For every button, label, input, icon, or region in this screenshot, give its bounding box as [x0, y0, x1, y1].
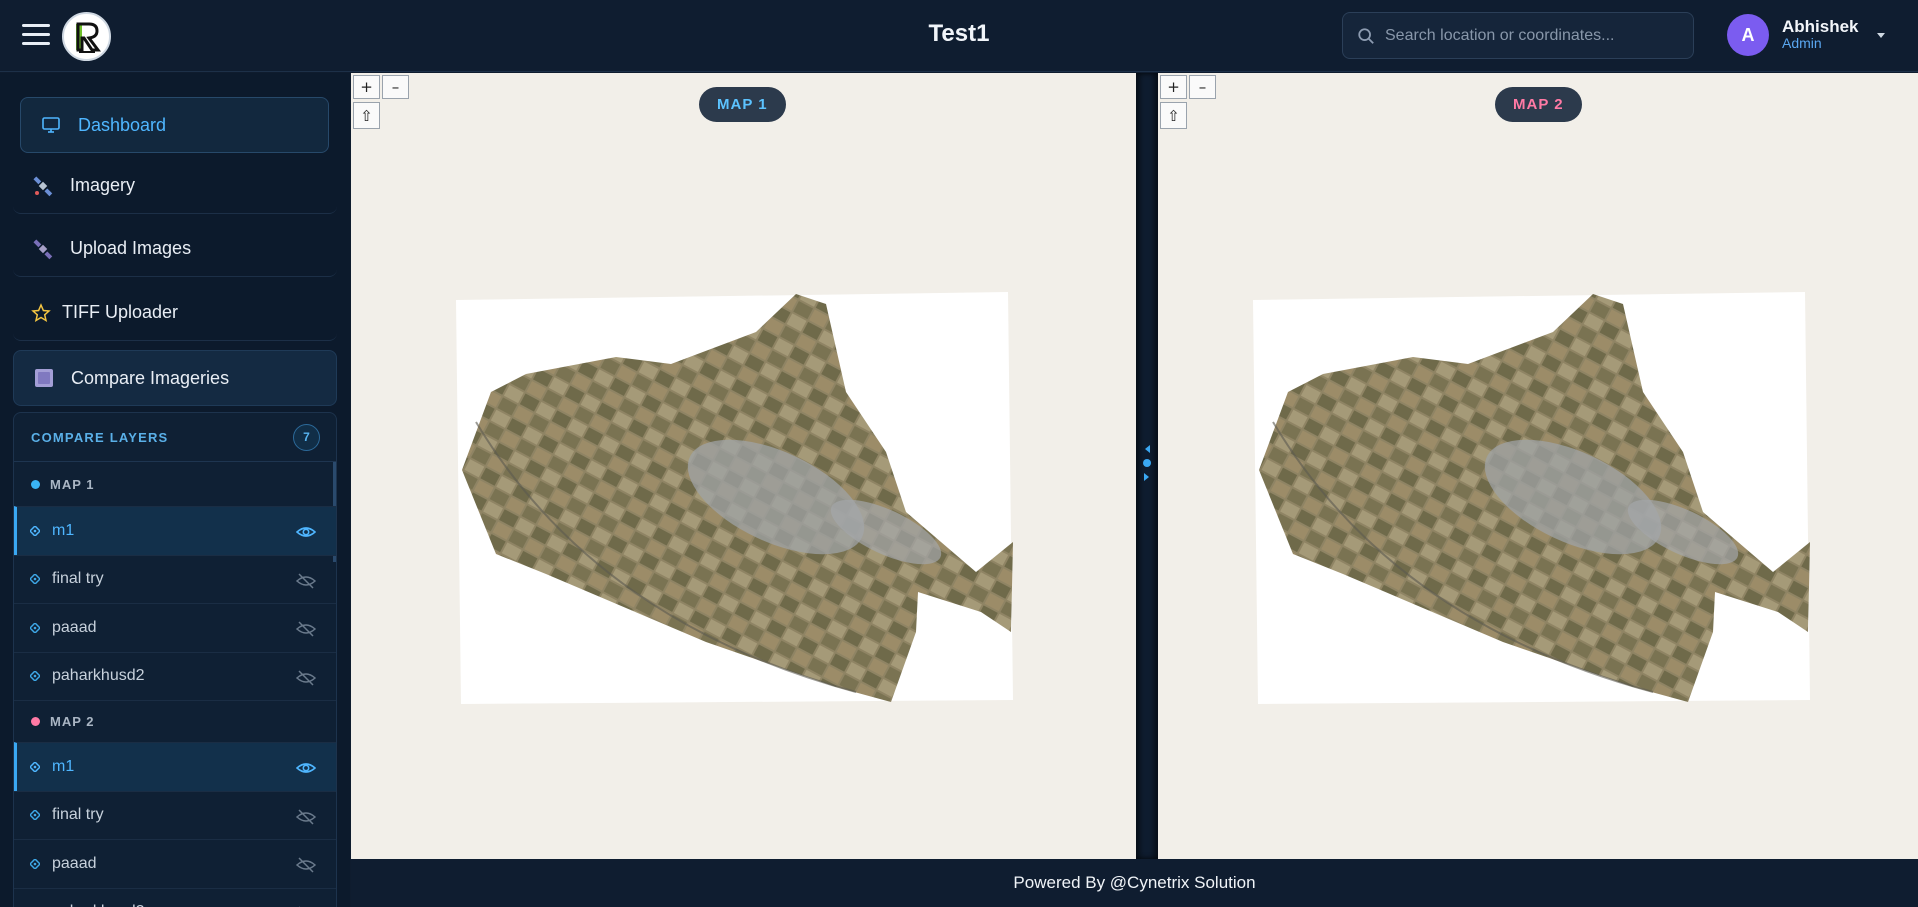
layer-diamond-icon — [30, 671, 40, 682]
layer-row-map2-paharkhusd2[interactable]: paharkhusd2 — [14, 887, 336, 907]
eye-icon[interactable] — [296, 758, 316, 778]
layer-name: paharkhusd2 — [52, 667, 145, 685]
layer-name: final try — [52, 806, 104, 824]
sidebar-item-upload-images[interactable]: Upload Images — [13, 221, 337, 277]
layer-row-map1-m1[interactable]: m1 — [14, 506, 336, 555]
eye-off-icon[interactable] — [296, 571, 316, 591]
layer-name: m1 — [52, 521, 75, 539]
layer-name: paharkhusd2 — [52, 903, 145, 907]
layer-diamond-icon — [30, 574, 40, 585]
compare-layers-title: COMPARE LAYERS — [31, 429, 169, 445]
orthophoto-imagery — [1253, 292, 1810, 704]
map-label-badge: MAP 2 — [1495, 87, 1582, 122]
sidebar-item-compare-imageries[interactable]: Compare Imageries — [13, 350, 337, 406]
eye-off-icon[interactable] — [296, 668, 316, 688]
sidebar-item-label: Compare Imageries — [71, 367, 230, 388]
user-info: Abhishek Admin — [1782, 18, 1859, 52]
group-label: MAP 2 — [50, 714, 95, 729]
layer-diamond-icon — [30, 810, 40, 821]
map-panel-2[interactable]: + – ⇧ MAP 2 — [1158, 73, 1918, 859]
satellite-upload-icon — [32, 238, 54, 260]
sidebar-item-label: Dashboard — [78, 114, 167, 135]
layer-row-map1-final-try[interactable]: final try — [14, 554, 336, 604]
square-icon — [33, 367, 55, 389]
layer-name: paaad — [52, 618, 97, 636]
zoom-out-button[interactable]: – — [382, 75, 409, 99]
eye-off-icon[interactable] — [296, 904, 316, 907]
layer-name: final try — [52, 570, 104, 588]
reset-north-button[interactable]: ⇧ — [1160, 102, 1187, 129]
satellite-icon — [32, 175, 54, 197]
map2-dot-icon — [31, 717, 40, 726]
chevron-down-icon[interactable] — [1876, 32, 1885, 38]
star-icon — [30, 302, 52, 324]
eye-off-icon[interactable] — [296, 855, 316, 875]
sidebar-item-label: TIFF Uploader — [62, 302, 179, 322]
menu-icon[interactable] — [22, 24, 50, 48]
group-label: MAP 1 — [50, 476, 95, 492]
compare-layers-panel: COMPARE LAYERS 7 MAP 1 m1 final try paaa… — [13, 412, 337, 907]
monitor-icon — [40, 114, 62, 136]
user-role: Admin — [1782, 35, 1822, 51]
layer-row-map2-paaad[interactable]: paaad — [14, 839, 336, 888]
map-label-badge: MAP 1 — [699, 87, 786, 122]
layers-count-badge: 7 — [293, 423, 320, 451]
sidebar-item-dashboard[interactable]: Dashboard — [20, 97, 329, 153]
search-bar[interactable] — [1342, 12, 1694, 59]
footer-text: Powered By @Cynetrix Solution — [1013, 873, 1256, 892]
search-icon — [1358, 27, 1374, 44]
sidebar: Dashboard Imagery Upload Images TIFF Upl… — [0, 73, 350, 907]
zoom-in-button[interactable]: + — [353, 75, 380, 99]
layer-diamond-icon — [30, 761, 40, 772]
layer-diamond-icon — [30, 622, 40, 633]
compare-layers-header: COMPARE LAYERS 7 — [14, 413, 336, 462]
sidebar-item-label: Upload Images — [70, 238, 192, 258]
layer-name: paaad — [52, 854, 97, 872]
layer-row-map2-final-try[interactable]: final try — [14, 790, 336, 840]
footer: Powered By @Cynetrix Solution — [351, 859, 1918, 907]
layer-diamond-icon — [30, 525, 40, 536]
eye-icon[interactable] — [296, 522, 316, 542]
orthophoto-imagery — [456, 292, 1013, 704]
sidebar-item-label: Imagery — [70, 175, 136, 195]
sidebar-item-imagery[interactable]: Imagery — [13, 158, 337, 214]
map1-dot-icon — [31, 479, 40, 489]
avatar[interactable]: A — [1727, 14, 1769, 56]
layer-name: m1 — [52, 757, 75, 775]
layer-row-map1-paaad[interactable]: paaad — [14, 603, 336, 652]
reset-north-button[interactable]: ⇧ — [353, 102, 380, 129]
user-name: Abhishek — [1782, 17, 1859, 36]
zoom-out-button[interactable]: – — [1189, 75, 1216, 99]
layer-row-map1-paharkhusd2[interactable]: paharkhusd2 — [14, 651, 336, 701]
logo-mark — [75, 22, 101, 53]
zoom-controls: + – — [353, 75, 411, 99]
search-input[interactable] — [1385, 26, 1685, 45]
sidebar-item-tiff-uploader[interactable]: TIFF Uploader — [13, 285, 337, 341]
eye-off-icon[interactable] — [296, 619, 316, 639]
layer-row-map2-m1[interactable]: m1 — [14, 742, 336, 791]
app-header: Test1 A Abhishek Admin — [0, 0, 1918, 72]
eye-off-icon[interactable] — [296, 807, 316, 827]
zoom-in-button[interactable]: + — [1160, 75, 1187, 99]
app-logo[interactable] — [62, 12, 111, 61]
drag-handle-icon[interactable] — [1142, 443, 1152, 483]
compare-divider-handle[interactable] — [1136, 73, 1158, 859]
layer-group-map1: MAP 1 — [14, 462, 336, 506]
layer-diamond-icon — [30, 858, 40, 869]
user-menu[interactable]: A Abhishek Admin — [1727, 14, 1885, 56]
zoom-controls: + – — [1160, 75, 1218, 99]
map-panel-1[interactable]: + – ⇧ MAP 1 — [351, 73, 1136, 859]
layer-group-map2: MAP 2 — [14, 700, 336, 742]
